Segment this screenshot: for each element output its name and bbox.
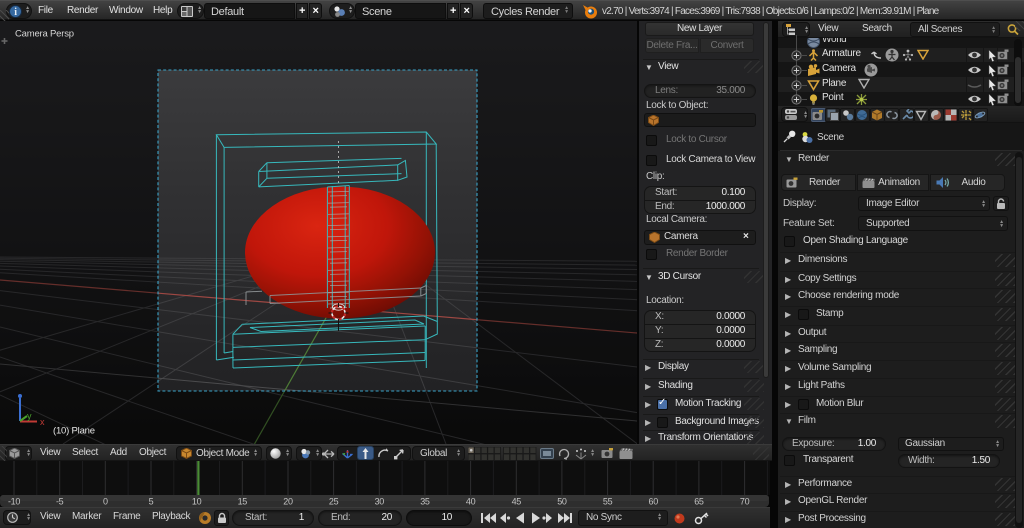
svg-text:55: 55 [603, 497, 613, 507]
svg-text:Camera Persp: Camera Persp [15, 29, 74, 40]
svg-text:0: 0 [103, 497, 108, 507]
svg-text:15: 15 [238, 497, 248, 507]
svg-text:10: 10 [192, 497, 202, 507]
svg-text:35: 35 [420, 497, 430, 507]
svg-text:40: 40 [466, 497, 476, 507]
svg-text:50: 50 [557, 497, 567, 507]
svg-text:30: 30 [375, 497, 385, 507]
svg-text:25: 25 [329, 497, 339, 507]
svg-text:(10) Plane: (10) Plane [53, 426, 95, 437]
svg-text:45: 45 [512, 497, 522, 507]
svg-text:5: 5 [149, 497, 154, 507]
svg-text:-5: -5 [56, 497, 64, 507]
svg-text:20: 20 [283, 497, 293, 507]
svg-text:65: 65 [694, 497, 704, 507]
svg-text:-10: -10 [8, 497, 20, 507]
svg-text:70: 70 [740, 497, 750, 507]
svg-text:60: 60 [648, 497, 658, 507]
